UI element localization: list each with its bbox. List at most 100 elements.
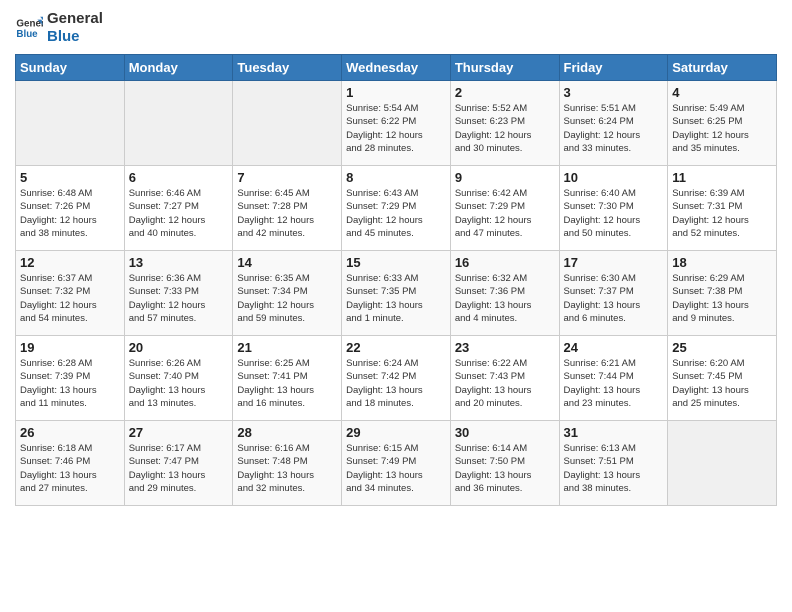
day-info: Sunrise: 6:20 AM Sunset: 7:45 PM Dayligh… bbox=[672, 357, 772, 410]
day-info: Sunrise: 6:28 AM Sunset: 7:39 PM Dayligh… bbox=[20, 357, 120, 410]
weekday-header-wednesday: Wednesday bbox=[342, 55, 451, 81]
day-number: 18 bbox=[672, 255, 772, 270]
calendar-week-1: 1 Sunrise: 5:54 AM Sunset: 6:22 PM Daylig… bbox=[16, 81, 777, 166]
day-info: Sunrise: 6:48 AM Sunset: 7:26 PM Dayligh… bbox=[20, 187, 120, 240]
calendar-cell: 9 Sunrise: 6:42 AM Sunset: 7:29 PM Daylig… bbox=[450, 166, 559, 251]
day-number: 7 bbox=[237, 170, 337, 185]
day-number: 17 bbox=[564, 255, 664, 270]
calendar-cell: 30Sunrise: 6:14 AM Sunset: 7:50 PM Dayli… bbox=[450, 421, 559, 506]
calendar-header-row: SundayMondayTuesdayWednesdayThursdayFrid… bbox=[16, 55, 777, 81]
day-number: 20 bbox=[129, 340, 229, 355]
day-info: Sunrise: 6:14 AM Sunset: 7:50 PM Dayligh… bbox=[455, 442, 555, 495]
weekday-header-tuesday: Tuesday bbox=[233, 55, 342, 81]
day-info: Sunrise: 6:15 AM Sunset: 7:49 PM Dayligh… bbox=[346, 442, 446, 495]
calendar-cell: 29 Sunrise: 6:15 AM Sunset: 7:49 PM Dayli… bbox=[342, 421, 451, 506]
day-info: Sunrise: 5:52 AM Sunset: 6:23 PM Dayligh… bbox=[455, 102, 555, 155]
calendar-cell bbox=[16, 81, 125, 166]
calendar-week-4: 19 Sunrise: 6:28 AM Sunset: 7:39 PM Dayli… bbox=[16, 336, 777, 421]
day-number: 22 bbox=[346, 340, 446, 355]
day-number: 29 bbox=[346, 425, 446, 440]
day-info: Sunrise: 6:13 AM Sunset: 7:51 PM Dayligh… bbox=[564, 442, 664, 495]
day-info: Sunrise: 6:33 AM Sunset: 7:35 PM Dayligh… bbox=[346, 272, 446, 325]
day-info: Sunrise: 6:21 AM Sunset: 7:44 PM Dayligh… bbox=[564, 357, 664, 410]
calendar-cell: 2 Sunrise: 5:52 AM Sunset: 6:23 PM Daylig… bbox=[450, 81, 559, 166]
day-info: Sunrise: 6:36 AM Sunset: 7:33 PM Dayligh… bbox=[129, 272, 229, 325]
day-number: 26 bbox=[20, 425, 120, 440]
day-info: Sunrise: 6:26 AM Sunset: 7:40 PM Dayligh… bbox=[129, 357, 229, 410]
day-info: Sunrise: 5:51 AM Sunset: 6:24 PM Dayligh… bbox=[564, 102, 664, 155]
calendar-cell bbox=[233, 81, 342, 166]
day-number: 8 bbox=[346, 170, 446, 185]
day-info: Sunrise: 6:16 AM Sunset: 7:48 PM Dayligh… bbox=[237, 442, 337, 495]
day-number: 3 bbox=[564, 85, 664, 100]
calendar-cell: 4 Sunrise: 5:49 AM Sunset: 6:25 PM Daylig… bbox=[668, 81, 777, 166]
calendar-cell: 11 Sunrise: 6:39 AM Sunset: 7:31 PM Dayli… bbox=[668, 166, 777, 251]
day-info: Sunrise: 6:42 AM Sunset: 7:29 PM Dayligh… bbox=[455, 187, 555, 240]
day-number: 1 bbox=[346, 85, 446, 100]
day-number: 14 bbox=[237, 255, 337, 270]
calendar-cell: 23Sunrise: 6:22 AM Sunset: 7:43 PM Dayli… bbox=[450, 336, 559, 421]
calendar-week-5: 26Sunrise: 6:18 AM Sunset: 7:46 PM Dayli… bbox=[16, 421, 777, 506]
weekday-header-thursday: Thursday bbox=[450, 55, 559, 81]
day-info: Sunrise: 6:25 AM Sunset: 7:41 PM Dayligh… bbox=[237, 357, 337, 410]
weekday-header-friday: Friday bbox=[559, 55, 668, 81]
day-info: Sunrise: 6:45 AM Sunset: 7:28 PM Dayligh… bbox=[237, 187, 337, 240]
calendar-cell bbox=[124, 81, 233, 166]
day-number: 11 bbox=[672, 170, 772, 185]
day-number: 31 bbox=[564, 425, 664, 440]
calendar-cell: 13 Sunrise: 6:36 AM Sunset: 7:33 PM Dayli… bbox=[124, 251, 233, 336]
calendar-cell: 1 Sunrise: 5:54 AM Sunset: 6:22 PM Daylig… bbox=[342, 81, 451, 166]
day-info: Sunrise: 6:17 AM Sunset: 7:47 PM Dayligh… bbox=[129, 442, 229, 495]
day-number: 13 bbox=[129, 255, 229, 270]
weekday-header-saturday: Saturday bbox=[668, 55, 777, 81]
day-info: Sunrise: 6:39 AM Sunset: 7:31 PM Dayligh… bbox=[672, 187, 772, 240]
day-info: Sunrise: 6:32 AM Sunset: 7:36 PM Dayligh… bbox=[455, 272, 555, 325]
calendar-cell: 7 Sunrise: 6:45 AM Sunset: 7:28 PM Daylig… bbox=[233, 166, 342, 251]
logo-general: General bbox=[47, 10, 103, 28]
calendar-table: SundayMondayTuesdayWednesdayThursdayFrid… bbox=[15, 54, 777, 506]
day-number: 21 bbox=[237, 340, 337, 355]
calendar-cell: 18Sunrise: 6:29 AM Sunset: 7:38 PM Dayli… bbox=[668, 251, 777, 336]
day-number: 2 bbox=[455, 85, 555, 100]
logo-blue: Blue bbox=[47, 28, 103, 46]
day-info: Sunrise: 5:54 AM Sunset: 6:22 PM Dayligh… bbox=[346, 102, 446, 155]
calendar-cell: 8Sunrise: 6:43 AM Sunset: 7:29 PM Daylig… bbox=[342, 166, 451, 251]
day-number: 10 bbox=[564, 170, 664, 185]
calendar-cell: 26Sunrise: 6:18 AM Sunset: 7:46 PM Dayli… bbox=[16, 421, 125, 506]
day-number: 9 bbox=[455, 170, 555, 185]
day-number: 6 bbox=[129, 170, 229, 185]
day-info: Sunrise: 5:49 AM Sunset: 6:25 PM Dayligh… bbox=[672, 102, 772, 155]
svg-text:Blue: Blue bbox=[16, 29, 38, 40]
calendar-week-3: 12Sunrise: 6:37 AM Sunset: 7:32 PM Dayli… bbox=[16, 251, 777, 336]
calendar-cell: 19 Sunrise: 6:28 AM Sunset: 7:39 PM Dayli… bbox=[16, 336, 125, 421]
logo: General Blue General Blue bbox=[15, 10, 103, 46]
day-info: Sunrise: 6:46 AM Sunset: 7:27 PM Dayligh… bbox=[129, 187, 229, 240]
calendar-cell: 31 Sunrise: 6:13 AM Sunset: 7:51 PM Dayli… bbox=[559, 421, 668, 506]
page-header: General Blue General Blue bbox=[15, 10, 777, 46]
calendar-cell: 20 Sunrise: 6:26 AM Sunset: 7:40 PM Dayli… bbox=[124, 336, 233, 421]
calendar-cell: 16 Sunrise: 6:32 AM Sunset: 7:36 PM Dayli… bbox=[450, 251, 559, 336]
weekday-header-monday: Monday bbox=[124, 55, 233, 81]
day-number: 16 bbox=[455, 255, 555, 270]
calendar-cell: 15Sunrise: 6:33 AM Sunset: 7:35 PM Dayli… bbox=[342, 251, 451, 336]
logo-icon: General Blue bbox=[15, 14, 43, 42]
calendar-cell: 3 Sunrise: 5:51 AM Sunset: 6:24 PM Daylig… bbox=[559, 81, 668, 166]
calendar-cell: 28 Sunrise: 6:16 AM Sunset: 7:48 PM Dayli… bbox=[233, 421, 342, 506]
day-number: 28 bbox=[237, 425, 337, 440]
day-info: Sunrise: 6:40 AM Sunset: 7:30 PM Dayligh… bbox=[564, 187, 664, 240]
day-number: 24 bbox=[564, 340, 664, 355]
calendar-cell: 25 Sunrise: 6:20 AM Sunset: 7:45 PM Dayli… bbox=[668, 336, 777, 421]
calendar-cell: 10 Sunrise: 6:40 AM Sunset: 7:30 PM Dayli… bbox=[559, 166, 668, 251]
calendar-cell: 17 Sunrise: 6:30 AM Sunset: 7:37 PM Dayli… bbox=[559, 251, 668, 336]
day-number: 5 bbox=[20, 170, 120, 185]
day-number: 4 bbox=[672, 85, 772, 100]
day-number: 25 bbox=[672, 340, 772, 355]
calendar-cell: 21 Sunrise: 6:25 AM Sunset: 7:41 PM Dayli… bbox=[233, 336, 342, 421]
calendar-cell: 5 Sunrise: 6:48 AM Sunset: 7:26 PM Daylig… bbox=[16, 166, 125, 251]
calendar-cell: 24 Sunrise: 6:21 AM Sunset: 7:44 PM Dayli… bbox=[559, 336, 668, 421]
day-number: 23 bbox=[455, 340, 555, 355]
day-number: 19 bbox=[20, 340, 120, 355]
day-info: Sunrise: 6:24 AM Sunset: 7:42 PM Dayligh… bbox=[346, 357, 446, 410]
day-info: Sunrise: 6:30 AM Sunset: 7:37 PM Dayligh… bbox=[564, 272, 664, 325]
calendar-cell: 12Sunrise: 6:37 AM Sunset: 7:32 PM Dayli… bbox=[16, 251, 125, 336]
